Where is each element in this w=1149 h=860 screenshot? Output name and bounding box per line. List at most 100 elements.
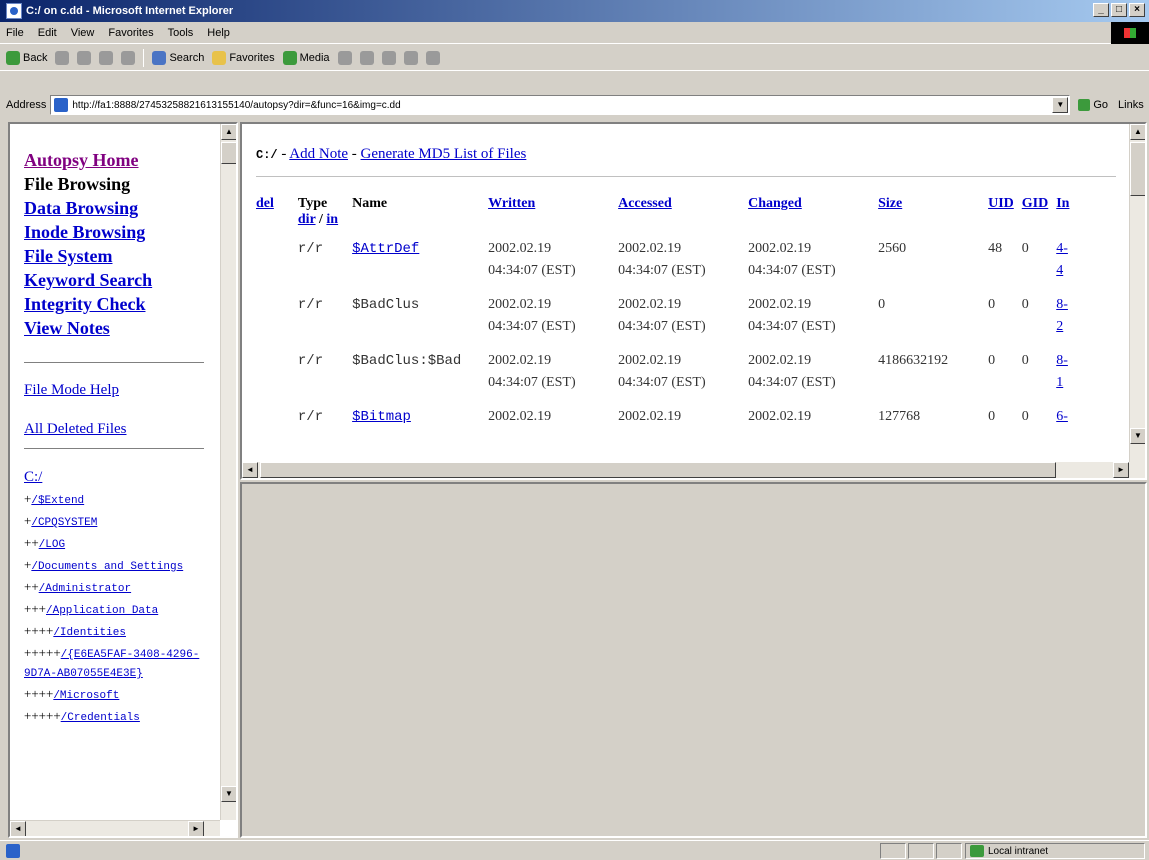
scroll-left-button[interactable]: ◄ (10, 821, 26, 836)
tree-item[interactable]: +/Documents and Settings (24, 555, 204, 577)
file-list-horizontal-scrollbar[interactable]: ◄ ► (242, 462, 1145, 478)
scroll-up-button[interactable]: ▲ (1130, 124, 1145, 140)
scroll-down-button[interactable]: ▼ (1130, 428, 1145, 444)
address-input[interactable]: http://fa1:8888/27453258821613155140/aut… (50, 95, 1071, 115)
file-mode-help-link[interactable]: File Mode Help (24, 382, 220, 399)
back-label: Back (23, 51, 48, 64)
tree-item[interactable]: ++/LOG (24, 533, 204, 555)
minimize-button[interactable]: _ (1093, 3, 1109, 17)
add-note-link[interactable]: Add Note (289, 146, 348, 162)
nav-file-system[interactable]: File System (24, 244, 220, 268)
tree-item[interactable]: +/CPQSYSTEM (24, 511, 204, 533)
tree-item[interactable]: ++++/Microsoft (24, 684, 204, 706)
tree-link[interactable]: /LOG (39, 539, 65, 551)
nav-view-notes[interactable]: View Notes (24, 316, 220, 340)
col-accessed-link[interactable]: Accessed (618, 196, 672, 211)
col-size-link[interactable]: Size (878, 196, 902, 211)
left-vertical-scrollbar[interactable]: ▲ ▼ (220, 124, 236, 820)
cell-name-link[interactable]: $Bitmap (352, 409, 411, 425)
go-button[interactable]: Go (1078, 99, 1108, 111)
cell-inode-link[interactable]: 8- 1 (1056, 350, 1077, 406)
nav-autopsy-home[interactable]: Autopsy Home (24, 148, 220, 172)
cell-inode-link[interactable]: 4- 4 (1056, 238, 1077, 294)
toolbar-separator (143, 48, 145, 67)
menu-favorites[interactable]: Favorites (108, 27, 153, 39)
mail-button[interactable] (359, 50, 374, 65)
col-changed-link[interactable]: Changed (748, 196, 802, 211)
tree-root-link[interactable]: C:/ (24, 468, 220, 487)
stop-button[interactable] (77, 50, 92, 65)
col-del-link[interactable]: del (256, 196, 274, 211)
col-gid-link[interactable]: GID (1022, 196, 1048, 211)
nav-data-browsing[interactable]: Data Browsing (24, 196, 220, 220)
scroll-thumb[interactable] (260, 462, 1056, 478)
scroll-left-button[interactable]: ◄ (242, 462, 258, 478)
tree-prefix: ++ (24, 579, 39, 594)
tree-item[interactable]: +++++/{E6EA5FAF-3408-4296-9D7A-AB07055E4… (24, 643, 204, 684)
edit-icon (403, 50, 418, 65)
tree-link[interactable]: /Application Data (46, 605, 158, 617)
tree-link[interactable]: /CPQSYSTEM (31, 517, 97, 529)
page-icon (54, 98, 69, 112)
file-list-vertical-scrollbar[interactable]: ▲ ▼ (1129, 124, 1145, 462)
close-button[interactable]: × (1129, 3, 1145, 17)
tree-link[interactable]: /Identities (53, 627, 126, 639)
tree-item[interactable]: +++++/Credentials (24, 706, 204, 728)
nav-integrity-check[interactable]: Integrity Check (24, 292, 220, 316)
current-path: C:/ (256, 148, 278, 162)
tree-link[interactable]: /$Extend (31, 495, 84, 507)
address-dropdown-button[interactable]: ▼ (1052, 97, 1069, 113)
menu-help[interactable]: Help (207, 27, 230, 39)
nav-keyword-search[interactable]: Keyword Search (24, 268, 220, 292)
menu-view[interactable]: View (71, 27, 95, 39)
col-uid-link[interactable]: UID (988, 196, 1014, 211)
left-nav-frame: Autopsy Home File Browsing Data Browsing… (8, 122, 238, 838)
history-button[interactable] (337, 50, 352, 65)
back-button[interactable]: Back (6, 50, 48, 65)
cell-inode-link[interactable]: 6- (1056, 406, 1077, 440)
links-button[interactable]: Links (1118, 99, 1144, 111)
scroll-down-button[interactable]: ▼ (221, 786, 236, 802)
tree-item[interactable]: +/$Extend (24, 489, 204, 511)
tree-prefix: ++++ (24, 686, 54, 701)
tree-item[interactable]: ++++/Identities (24, 621, 204, 643)
menu-edit[interactable]: Edit (38, 27, 57, 39)
media-button[interactable]: Media (282, 50, 330, 65)
scroll-right-button[interactable]: ► (1113, 462, 1129, 478)
tree-item[interactable]: ++/Administrator (24, 577, 204, 599)
tree-link[interactable]: /Microsoft (53, 690, 119, 702)
col-inode-link[interactable]: In (1056, 196, 1069, 211)
edit-button[interactable] (403, 50, 418, 65)
scroll-thumb[interactable] (1130, 142, 1145, 196)
col-type-in-link[interactable]: in (326, 212, 338, 227)
status-panel (908, 843, 934, 859)
crumb-separator: - (348, 146, 361, 162)
col-type-dir-link[interactable]: dir (298, 212, 316, 227)
menu-file[interactable]: File (6, 27, 24, 39)
maximize-button[interactable]: □ (1111, 3, 1127, 17)
scroll-up-button[interactable]: ▲ (221, 124, 236, 140)
left-horizontal-scrollbar[interactable]: ◄ ► (10, 820, 220, 836)
nav-inode-browsing[interactable]: Inode Browsing (24, 220, 220, 244)
refresh-button[interactable] (99, 50, 114, 65)
discuss-button[interactable] (425, 50, 440, 65)
print-button[interactable] (381, 50, 396, 65)
scroll-right-button[interactable]: ► (188, 821, 204, 836)
scroll-thumb[interactable] (221, 142, 236, 164)
cell-name-link[interactable]: $AttrDef (352, 241, 419, 257)
all-deleted-files-link[interactable]: All Deleted Files (24, 421, 220, 438)
forward-button[interactable] (55, 50, 70, 65)
col-written-link[interactable]: Written (488, 196, 535, 211)
generate-md5-link[interactable]: Generate MD5 List of Files (361, 146, 527, 162)
tree-link[interactable]: /Documents and Settings (31, 561, 183, 573)
tree-link[interactable]: /Credentials (61, 712, 140, 724)
favorites-icon (212, 50, 227, 65)
favorites-button[interactable]: Favorites (212, 50, 275, 65)
tree-item[interactable]: +++/Application Data (24, 599, 204, 621)
menu-tools[interactable]: Tools (168, 27, 194, 39)
home-button[interactable] (121, 50, 136, 65)
cell-inode-link[interactable]: 8- 2 (1056, 294, 1077, 350)
search-button[interactable]: Search (152, 50, 204, 65)
tree-link[interactable]: /Administrator (39, 583, 131, 595)
ie-icon (6, 3, 22, 19)
